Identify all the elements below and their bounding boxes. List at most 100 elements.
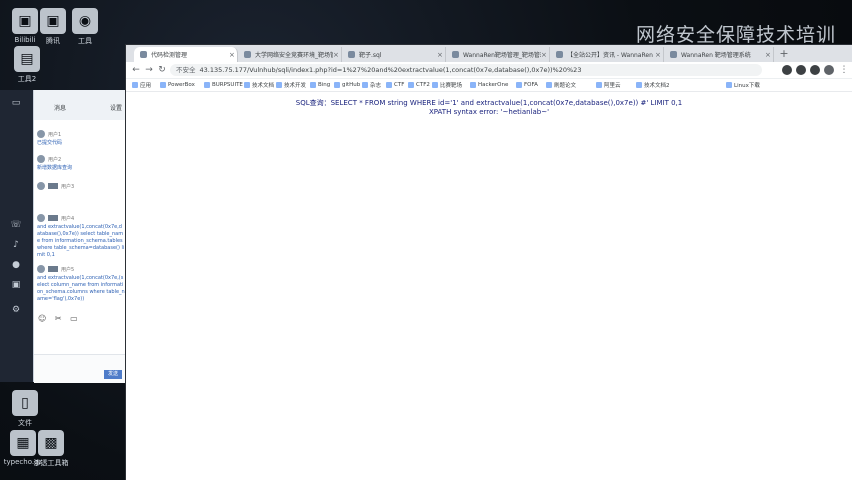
close-icon[interactable]: × — [437, 51, 445, 59]
mic-icon[interactable]: ● — [8, 260, 24, 272]
bookmark-icon — [334, 82, 340, 88]
favicon-icon — [452, 51, 459, 58]
address-bar[interactable]: 不安全 43.135.75.177/Vulnhub/sqli/index1.php… — [170, 64, 762, 76]
bookmark-icon — [244, 82, 250, 88]
avatar — [37, 214, 45, 222]
settings-icon[interactable]: ⚙ — [8, 305, 24, 317]
reload-icon[interactable]: ↻ — [156, 64, 168, 76]
bookmark[interactable]: FOFA — [516, 80, 538, 90]
bookmark-icon — [470, 82, 476, 88]
bookmark-icon — [204, 82, 210, 88]
bookmark[interactable]: 杂志 — [362, 80, 381, 90]
chat-panel: 消息 设置 用户1 已提交代码 用户2 新增数据库查询 用户3 用户4 and … — [33, 90, 126, 383]
watermark: 网络安全保障技术培训 — [636, 24, 837, 46]
nav-bar: ← → ↻ 不安全 43.135.75.177/Vulnhub/sqli/inde… — [126, 62, 852, 79]
bookmark[interactable]: HackerOne — [470, 80, 508, 90]
send-button[interactable]: 发送 — [104, 370, 122, 379]
bookmark-icon — [276, 82, 282, 88]
chat-message: 用户2 新增数据库查询 — [37, 155, 73, 171]
bookmark-icon — [310, 82, 316, 88]
url-text: 43.135.75.177/Vulnhub/sqli/index1.php?id… — [199, 66, 582, 74]
desktop-icon[interactable]: ▤ 工具2 — [4, 46, 50, 84]
bookmark[interactable]: PowerBox — [160, 80, 195, 90]
close-icon[interactable]: × — [655, 51, 663, 59]
tab[interactable]: 靶子.sql × — [342, 47, 446, 62]
extension-icon[interactable] — [796, 65, 806, 75]
chrome-icon: ◉ — [72, 8, 98, 34]
avatar — [37, 155, 45, 163]
bookmark-icon — [432, 82, 438, 88]
extension-icon[interactable] — [782, 65, 792, 75]
bookmark-icon — [516, 82, 522, 88]
chat-input-area[interactable]: 发送 — [34, 354, 126, 383]
new-tab-button[interactable]: + — [778, 48, 790, 60]
desktop-icon[interactable]: ▩ 渗透工具箱 — [28, 430, 74, 468]
forward-icon[interactable]: → — [143, 64, 155, 76]
name-tag — [48, 183, 58, 189]
tab-bar: 代码检测管理× 大学网络安全竞赛环境_靶场管理× 靶子.sql× WannaRe… — [126, 45, 852, 62]
desktop-icon[interactable]: ◉ 工具 — [62, 8, 108, 46]
file-icon: ▯ — [12, 390, 38, 416]
bookmark[interactable]: 刷题论文 — [546, 80, 576, 90]
camera-icon[interactable]: ▣ — [8, 280, 24, 292]
sql-error-text: XPATH syntax error: '~hetianlab~' — [428, 108, 550, 116]
close-icon[interactable]: × — [541, 51, 549, 59]
desktop-icon[interactable]: ▯ 文件 — [2, 390, 48, 428]
close-icon[interactable]: × — [333, 51, 341, 59]
bookmark-icon — [408, 82, 414, 88]
bookmark[interactable]: 技术文档2 — [636, 80, 670, 90]
bookmark[interactable]: BURPSUITE — [204, 80, 243, 90]
name-tag — [48, 215, 58, 221]
app-icon: ▤ — [14, 46, 40, 72]
menu-icon[interactable]: ⋮ — [838, 64, 850, 76]
favicon-icon — [556, 51, 563, 58]
bookmark-icon — [386, 82, 392, 88]
bookmark[interactable]: 比赛靶场 — [432, 80, 462, 90]
scissors-icon[interactable]: ✂ — [55, 314, 62, 323]
chat-settings[interactable]: 设置 — [110, 103, 122, 112]
bookmark[interactable]: gitHub — [334, 80, 360, 90]
volume-icon[interactable]: ♪ — [8, 240, 24, 252]
back-icon[interactable]: ← — [130, 64, 142, 76]
page-content: SQL查询：SELECT * FROM string WHERE id='1' … — [126, 92, 852, 480]
chat-title: 消息 — [54, 105, 67, 112]
favicon-icon — [244, 51, 251, 58]
close-icon[interactable]: × — [229, 51, 237, 59]
chat-message: 用户5 and extractvalue(1,concat(0x7e,(sele… — [37, 265, 125, 302]
favicon-icon — [140, 51, 147, 58]
image-icon[interactable]: ▭ — [70, 314, 78, 323]
chat-sidebar: ▭ ☏ ♪ ● ▣ ⚙ — [0, 90, 33, 382]
security-label[interactable]: 不安全 — [176, 66, 196, 74]
chat-toolbar: ☺ ✂ ▭ — [38, 314, 78, 323]
tab[interactable]: 【全站公开】资讯 - WannaRen × — [550, 47, 664, 62]
profile-icon[interactable] — [824, 65, 834, 75]
browser-window: 代码检测管理× 大学网络安全竞赛环境_靶场管理× 靶子.sql× WannaRe… — [126, 45, 852, 480]
tab[interactable]: WannaRen 靶场管理系统 × — [664, 47, 774, 62]
bookmark[interactable]: CTF2 — [408, 80, 430, 90]
emoji-icon[interactable]: ☺ — [38, 314, 46, 323]
bookmark-icon — [636, 82, 642, 88]
avatar — [37, 130, 45, 138]
toolbox-icon: ▩ — [38, 430, 64, 456]
bookmark[interactable]: Bing — [310, 80, 330, 90]
bookmark[interactable]: 应用 — [132, 80, 151, 90]
favicon-icon — [670, 51, 677, 58]
chat-header: 消息 设置 — [34, 90, 126, 120]
chat-message: 用户1 已提交代码 — [37, 130, 63, 146]
tab[interactable]: 大学网络安全竞赛环境_靶场管理× — [238, 47, 342, 62]
close-icon[interactable]: × — [765, 51, 773, 59]
monitor-icon[interactable]: ▭ — [8, 98, 24, 110]
bookmark[interactable]: 技术开发 — [276, 80, 306, 90]
phone-icon[interactable]: ☏ — [8, 220, 24, 232]
chat-message: 用户4 and extractvalue(1,concat(0x7e,datab… — [37, 214, 125, 258]
bookmark[interactable]: Linux下载 — [726, 80, 760, 90]
bookmark-icon — [596, 82, 602, 88]
bookmark-icon — [546, 82, 552, 88]
bookmark[interactable]: 技术文档 — [244, 80, 274, 90]
tab[interactable]: WannaRen靶场管理_靶场管理 × — [446, 47, 550, 62]
bookmark[interactable]: CTF — [386, 80, 404, 90]
tab[interactable]: 代码检测管理 × — [134, 47, 238, 62]
extension-icon[interactable] — [810, 65, 820, 75]
bookmark[interactable]: 阿里云 — [596, 80, 621, 90]
chat-message: 用户3 — [37, 182, 125, 190]
